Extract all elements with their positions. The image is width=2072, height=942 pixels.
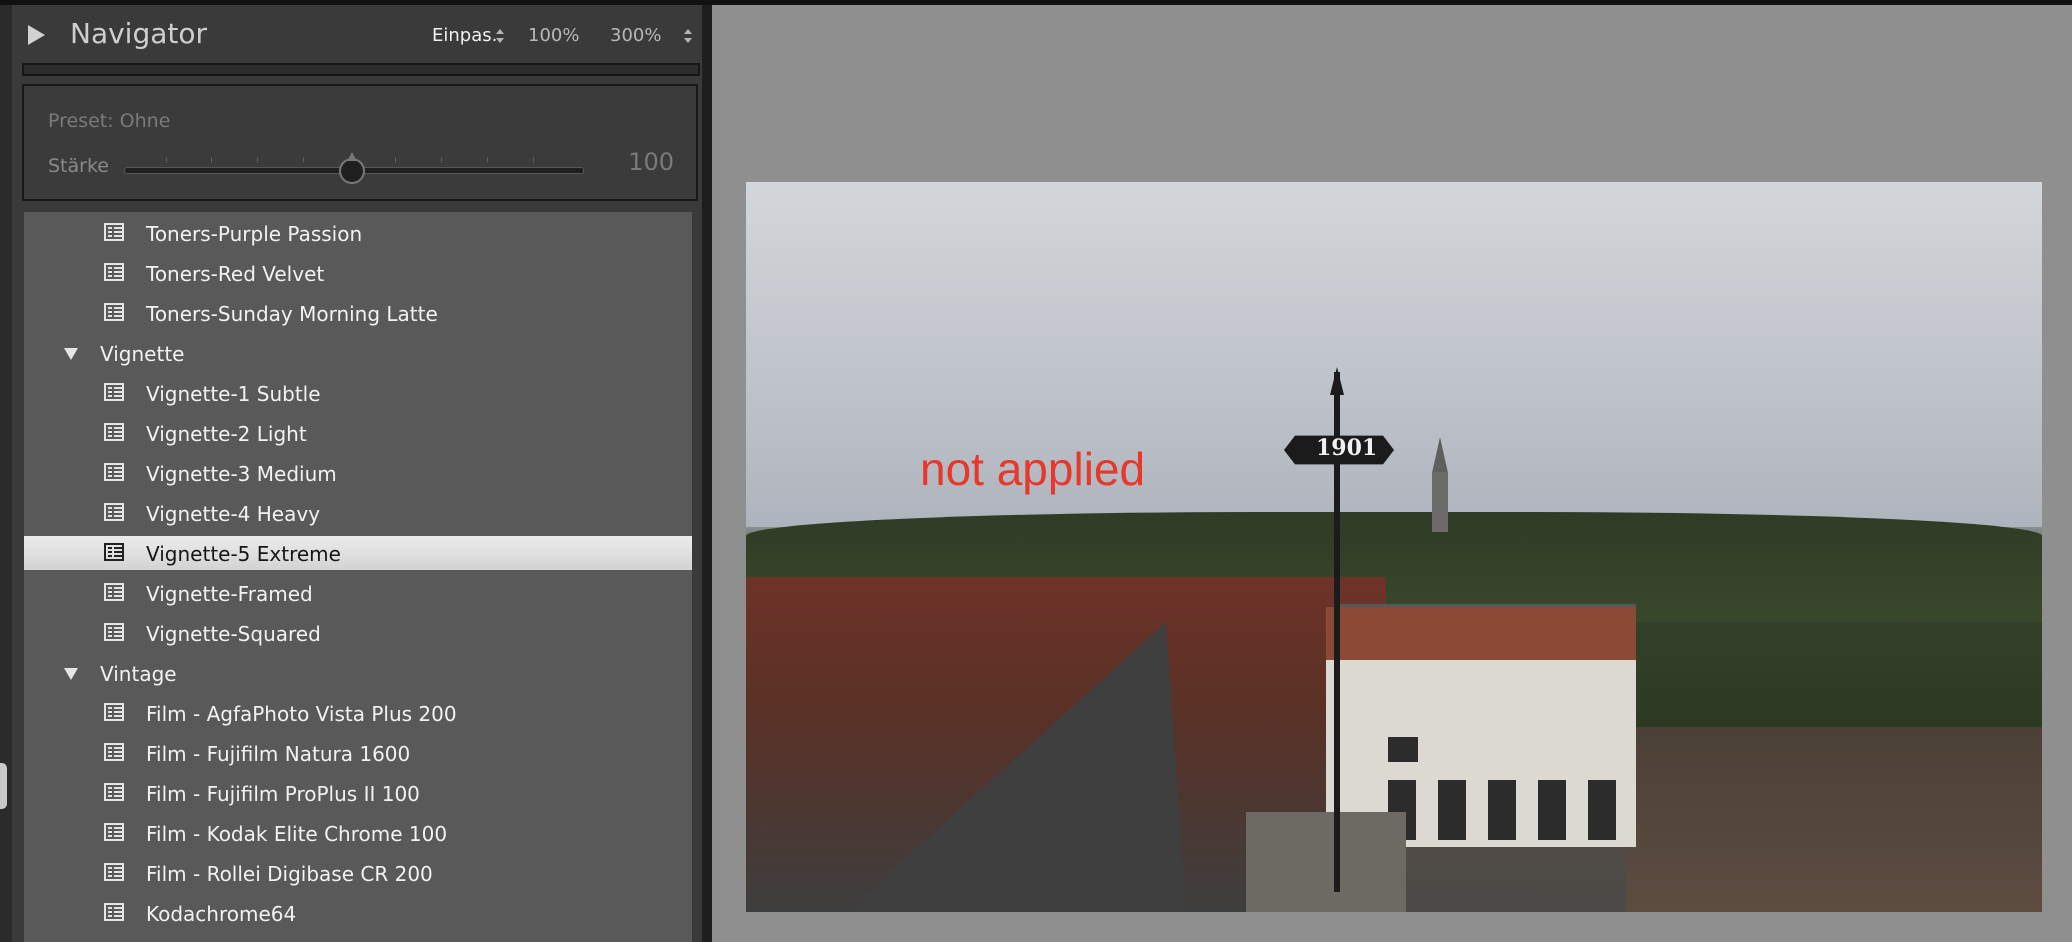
navigator-title: Navigator bbox=[70, 17, 208, 50]
preset-icon bbox=[104, 703, 124, 721]
preset-icon bbox=[104, 423, 124, 441]
folder-disclosure-icon[interactable] bbox=[64, 348, 78, 360]
photo-church-spire bbox=[1432, 437, 1448, 473]
photo-field bbox=[1626, 727, 2042, 912]
slider-tick bbox=[257, 157, 258, 163]
expand-triangle-icon[interactable] bbox=[28, 25, 45, 45]
preset-item-label: Film - Fujifilm Natura 1600 bbox=[146, 742, 411, 766]
preset-item-label: Vignette-Squared bbox=[146, 622, 321, 646]
panel-divider[interactable] bbox=[702, 5, 712, 942]
zoom-300-option[interactable]: 300% bbox=[610, 25, 661, 46]
preset-icon bbox=[104, 503, 124, 521]
preset-item-label: Film - AgfaPhoto Vista Plus 200 bbox=[146, 702, 457, 726]
folder-disclosure-icon[interactable] bbox=[64, 668, 78, 680]
preset-item-label: Vignette-Framed bbox=[146, 582, 313, 606]
preset-icon bbox=[104, 543, 124, 561]
photo-road bbox=[846, 622, 1186, 912]
photo-preview[interactable]: 1901 not applied bbox=[746, 182, 2042, 912]
preset-icon bbox=[104, 783, 124, 801]
preset-item-label: Kodachrome64 bbox=[146, 902, 297, 926]
preset-item-label: Vignette-3 Medium bbox=[146, 462, 337, 486]
zoom-100-option[interactable]: 100% bbox=[528, 25, 579, 46]
preset-item[interactable]: Kodachrome64 bbox=[24, 896, 692, 930]
navigator-header[interactable]: Navigator Einpas. 100% 300% bbox=[14, 5, 702, 67]
zoom-fit-stepper-icon[interactable] bbox=[496, 29, 504, 43]
preset-item-label: Film - Fujifilm ProPlus II 100 bbox=[146, 782, 420, 806]
preset-item-label: Film - Kodak Elite Chrome 100 bbox=[146, 822, 448, 846]
preset-item[interactable]: Toners-Red Velvet bbox=[24, 256, 692, 290]
strength-slider-thumb[interactable] bbox=[339, 152, 365, 184]
slider-tick bbox=[395, 157, 396, 163]
preset-item-label: Vignette-1 Subtle bbox=[146, 382, 321, 406]
photo-window bbox=[1588, 780, 1616, 840]
preset-item[interactable]: Toners-Sunday Morning Latte bbox=[24, 296, 692, 330]
preset-item-label: Toners-Purple Passion bbox=[146, 222, 363, 246]
slider-tick bbox=[211, 157, 212, 163]
zoom-fit-option[interactable]: Einpas. bbox=[432, 25, 497, 46]
not-applied-annotation: not applied bbox=[920, 443, 1146, 495]
photo-window bbox=[1438, 780, 1466, 840]
preset-item[interactable]: Film - Fujifilm ProPlus II 100 bbox=[24, 776, 692, 810]
left-panel: Navigator Einpas. 100% 300% Preset: Ohne… bbox=[0, 5, 712, 942]
photo-ground bbox=[1246, 812, 1406, 912]
preset-folder-label: Vintage bbox=[100, 662, 177, 686]
preset-item[interactable]: Film - Rollei Digibase CR 200 bbox=[24, 856, 692, 890]
navigator-preview[interactable] bbox=[22, 63, 700, 76]
preset-icon bbox=[104, 263, 124, 281]
preset-amount-panel: Preset: Ohne Stärke 100 bbox=[22, 84, 698, 201]
slider-tick bbox=[487, 157, 488, 163]
preset-icon bbox=[104, 863, 124, 881]
photo-vane-year: 1901 bbox=[1316, 435, 1378, 461]
preset-item[interactable]: Film - AgfaPhoto Vista Plus 200 bbox=[24, 696, 692, 730]
preset-icon bbox=[104, 303, 124, 321]
preset-icon bbox=[104, 623, 124, 641]
panel-collapse-handle[interactable] bbox=[0, 763, 7, 809]
preset-list[interactable]: Toners-Purple Passion Toners-Red Velvet To… bbox=[24, 212, 692, 942]
preset-item-label: Film - Rollei Digibase CR 200 bbox=[146, 862, 433, 886]
preset-item[interactable]: Toners-Purple Passion bbox=[24, 216, 692, 250]
slider-tick bbox=[303, 157, 304, 163]
photo-church-tower bbox=[1432, 472, 1448, 532]
slider-tick bbox=[533, 157, 534, 163]
preset-icon bbox=[104, 583, 124, 601]
photo-window bbox=[1488, 780, 1516, 840]
preset-item-label: Vignette-4 Heavy bbox=[146, 502, 321, 526]
preset-item-selected[interactable]: Vignette-5 Extreme bbox=[24, 536, 692, 570]
preset-item[interactable]: Film - Kodak Elite Chrome 100 bbox=[24, 816, 692, 850]
preset-icon bbox=[104, 463, 124, 481]
slider-tick bbox=[441, 157, 442, 163]
preset-folder-label: Vignette bbox=[100, 342, 185, 366]
photo-greenery bbox=[1576, 622, 2042, 727]
preset-icon bbox=[104, 223, 124, 241]
preset-icon bbox=[104, 823, 124, 841]
preset-item-label: Toners-Sunday Morning Latte bbox=[146, 302, 438, 326]
slider-tick bbox=[166, 157, 167, 163]
preset-icon bbox=[104, 383, 124, 401]
preset-item[interactable]: Vignette-3 Medium bbox=[24, 456, 692, 490]
preset-icon bbox=[104, 743, 124, 761]
preset-item[interactable]: Vignette-4 Heavy bbox=[24, 496, 692, 530]
preset-item[interactable]: Film - Fujifilm Natura 1600 bbox=[24, 736, 692, 770]
strength-label: Stärke bbox=[48, 155, 109, 177]
preset-item[interactable]: Vignette-Squared bbox=[24, 616, 692, 650]
preset-item-label: Toners-Red Velvet bbox=[146, 262, 325, 286]
strength-value[interactable]: 100 bbox=[628, 148, 674, 176]
preset-item-label: Vignette-2 Light bbox=[146, 422, 307, 446]
zoom-custom-stepper-icon[interactable] bbox=[684, 29, 692, 43]
preset-item[interactable]: Vignette-2 Light bbox=[24, 416, 692, 450]
preset-item-label: Vignette-5 Extreme bbox=[146, 542, 341, 566]
preset-item[interactable]: Vignette-Framed bbox=[24, 576, 692, 610]
preset-icon bbox=[104, 903, 124, 921]
preset-name-label: Preset: Ohne bbox=[48, 110, 171, 132]
preset-item[interactable]: Vignette-1 Subtle bbox=[24, 376, 692, 410]
photo-window bbox=[1388, 737, 1418, 762]
preset-folder[interactable]: Vignette bbox=[24, 336, 692, 370]
preset-folder[interactable]: Vintage bbox=[24, 656, 692, 690]
photo-window bbox=[1538, 780, 1566, 840]
